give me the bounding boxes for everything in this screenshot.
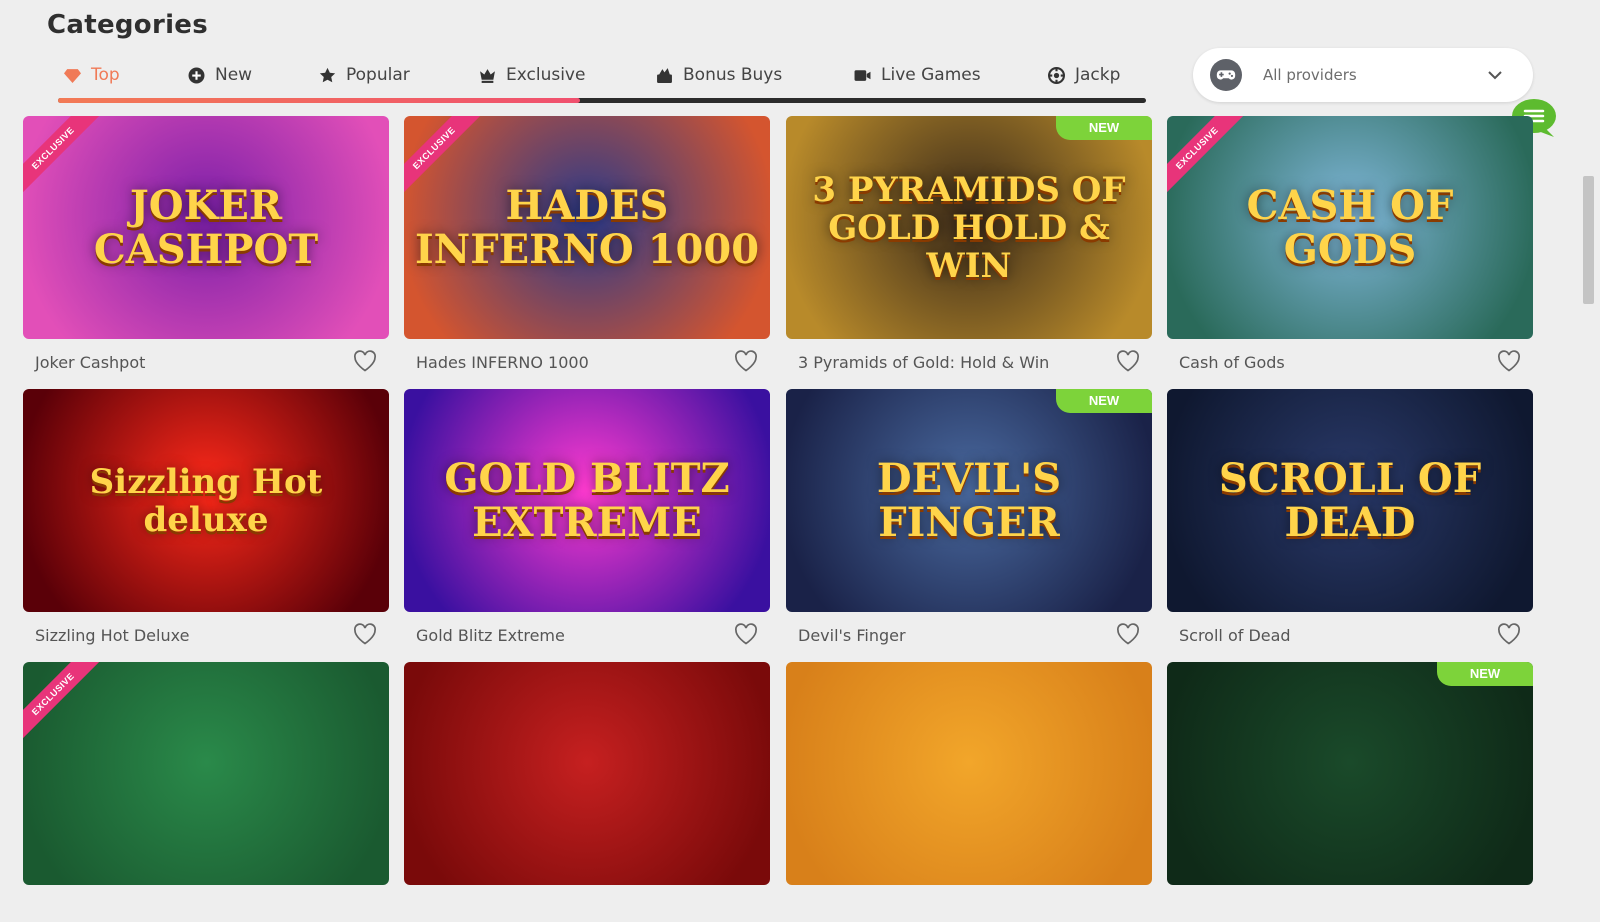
game-logo: SCROLL OF DEAD (1218, 454, 1482, 546)
new-badge: NEW (1056, 389, 1152, 413)
page-scrollbar[interactable] (1583, 176, 1594, 304)
game-logo: Sizzling Hot deluxe (89, 461, 323, 540)
game-logo: HADES INFERNO 1000 (414, 181, 760, 273)
game-card[interactable]: 3 PYRAMIDS OF GOLD HOLD & WIN NEW 3 Pyrami… (786, 116, 1152, 376)
game-name[interactable]: Joker Cashpot (35, 353, 145, 372)
tab-top[interactable]: Top (64, 62, 120, 88)
tab-jackpots[interactable]: Jackp (1048, 62, 1120, 88)
favorite-heart-icon[interactable] (1497, 623, 1521, 645)
game-thumbnail[interactable]: NEW (1167, 662, 1533, 885)
tab-label: Exclusive (506, 65, 586, 85)
crown-icon (480, 68, 495, 83)
game-name[interactable]: Devil's Finger (798, 626, 906, 645)
favorite-heart-icon[interactable] (1116, 350, 1140, 372)
game-card[interactable]: JOKER CASHPOT EXCLUSIVE Joker Cashpot (23, 116, 389, 376)
game-thumbnail[interactable]: GOLD BLITZ EXTREME (404, 389, 770, 612)
game-logo: DEVIL'S FINGER (876, 454, 1062, 546)
favorite-heart-icon[interactable] (734, 623, 758, 645)
tab-label: Top (91, 65, 120, 85)
game-thumbnail[interactable] (404, 662, 770, 885)
tab-label: Popular (346, 65, 410, 85)
gamepad-icon (1210, 59, 1242, 91)
game-card[interactable]: HADES INFERNO 1000 EXCLUSIVE Hades INFERNO… (404, 116, 770, 376)
tab-label: Live Games (881, 65, 981, 85)
game-thumbnail[interactable]: HADES INFERNO 1000 EXCLUSIVE (404, 116, 770, 339)
tab-label: Bonus Buys (683, 65, 783, 85)
game-card[interactable]: EXCLUSIVE (23, 662, 389, 922)
provider-dropdown[interactable]: All providers (1193, 48, 1533, 102)
bonus-buy-icon (657, 67, 672, 83)
page-title: Categories (47, 10, 209, 40)
game-logo: JOKER CASHPOT (93, 181, 319, 273)
favorite-heart-icon[interactable] (1497, 350, 1521, 372)
game-name[interactable]: 3 Pyramids of Gold: Hold & Win (798, 353, 1049, 372)
tab-new[interactable]: New (188, 62, 252, 88)
tab-scroll-progress (58, 98, 580, 103)
game-name[interactable]: Sizzling Hot Deluxe (35, 626, 189, 645)
video-camera-icon (854, 69, 871, 81)
plus-circle-icon (188, 67, 205, 83)
game-name[interactable]: Scroll of Dead (1179, 626, 1291, 645)
game-card[interactable]: GOLD BLITZ EXTREME Gold Blitz Extreme (404, 389, 770, 649)
chevron-down-icon (1488, 71, 1502, 80)
tab-label: Jackp (1075, 65, 1121, 85)
favorite-heart-icon[interactable] (353, 350, 377, 372)
jackpot-icon (1048, 66, 1065, 84)
game-card[interactable]: SCROLL OF DEAD Scroll of Dead (1167, 389, 1533, 649)
game-thumbnail[interactable]: SCROLL OF DEAD (1167, 389, 1533, 612)
game-name[interactable]: Cash of Gods (1179, 353, 1285, 372)
provider-selected-value: All providers (1263, 66, 1357, 84)
favorite-heart-icon[interactable] (353, 623, 377, 645)
tab-popular[interactable]: Popular (319, 62, 410, 88)
star-icon (319, 67, 336, 82)
game-name[interactable]: Gold Blitz Extreme (416, 626, 565, 645)
game-thumbnail[interactable]: DEVIL'S FINGER NEW (786, 389, 1152, 612)
game-card[interactable]: NEW (1167, 662, 1533, 922)
new-badge: NEW (1056, 116, 1152, 140)
game-thumbnail[interactable]: Sizzling Hot deluxe (23, 389, 389, 612)
tab-live-games[interactable]: Live Games (854, 62, 981, 88)
game-thumbnail[interactable]: 3 PYRAMIDS OF GOLD HOLD & WIN NEW (786, 116, 1152, 339)
tab-bonus-buys[interactable]: Bonus Buys (656, 62, 782, 88)
game-card[interactable] (404, 662, 770, 922)
game-card[interactable]: DEVIL'S FINGER NEW Devil's Finger (786, 389, 1152, 649)
game-thumbnail[interactable]: EXCLUSIVE (23, 662, 389, 885)
game-thumbnail[interactable]: CASH OF GODS EXCLUSIVE (1167, 116, 1533, 339)
favorite-heart-icon[interactable] (734, 350, 758, 372)
favorite-heart-icon[interactable] (1116, 623, 1140, 645)
game-card[interactable]: Sizzling Hot deluxe Sizzling Hot Deluxe (23, 389, 389, 649)
exclusive-ribbon: EXCLUSIVE (23, 662, 103, 744)
category-tabs: Top New Popular Exclusive Bonus Buys Liv… (58, 56, 1146, 106)
game-card[interactable]: CASH OF GODS EXCLUSIVE Cash of Gods (1167, 116, 1533, 376)
diamond-icon (64, 68, 81, 83)
game-thumbnail[interactable]: JOKER CASHPOT EXCLUSIVE (23, 116, 389, 339)
tab-label: New (215, 65, 253, 85)
game-logo: GOLD BLITZ EXTREME (444, 454, 730, 546)
new-badge: NEW (1437, 662, 1533, 686)
game-card[interactable] (786, 662, 1152, 922)
game-name[interactable]: Hades INFERNO 1000 (416, 353, 589, 372)
game-thumbnail[interactable] (786, 662, 1152, 885)
game-logo: 3 PYRAMIDS OF GOLD HOLD & WIN (812, 169, 1126, 286)
game-logo: CASH OF GODS (1246, 181, 1454, 273)
tabs-fade (1138, 56, 1146, 96)
tab-exclusive[interactable]: Exclusive (479, 62, 585, 88)
